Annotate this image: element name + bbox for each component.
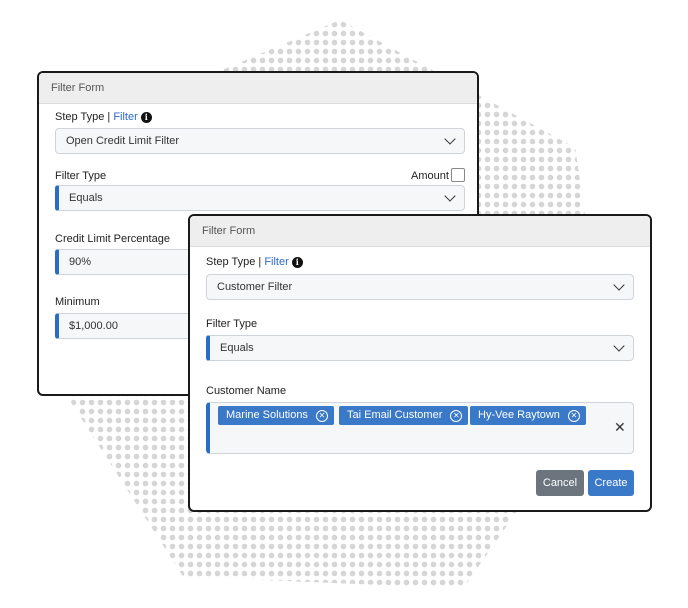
amount-label: Amount [411,170,449,182]
cancel-button[interactable]: Cancel [536,470,584,496]
filter-type-value: Equals [69,192,103,204]
customer-tag[interactable]: Hy-Vee Raytown ✕ [470,406,586,425]
step-type-value: Customer Filter [217,281,293,293]
filter-type-label: Filter Type [206,318,258,330]
customer-name-label: Customer Name [206,385,287,397]
chevron-down-icon [444,133,456,145]
close-icon[interactable]: ✕ [450,410,463,422]
step-type-label-row: Step Type | Filter i [206,256,303,268]
minimum-label: Minimum [55,296,100,308]
filter-link[interactable]: Filter [264,256,288,268]
step-type-select[interactable]: Open Credit Limit Filter [55,128,465,154]
form-header: Filter Form [39,73,477,104]
chevron-down-icon [613,279,625,291]
step-type-value: Open Credit Limit Filter [66,135,180,147]
customer-tag-label: Hy-Vee Raytown [478,409,560,421]
filter-type-label: Filter Type [55,170,107,182]
customer-tag[interactable]: Marine Solutions ✕ [218,406,334,425]
minimum-value: $1,000.00 [69,320,118,332]
step-type-select[interactable]: Customer Filter [206,274,634,300]
form-header: Filter Form [190,216,650,247]
customer-name-multiselect[interactable]: Marine Solutions ✕ Tai Email Customer ✕ … [206,402,634,454]
filter-type-select[interactable]: Equals [206,335,634,361]
filter-type-value: Equals [220,342,254,354]
customer-tag-label: Marine Solutions [226,409,308,421]
info-icon[interactable]: i [140,111,152,123]
info-icon[interactable]: i [291,256,303,268]
filter-link[interactable]: Filter [113,111,137,123]
chevron-down-icon [613,340,625,352]
credit-limit-label: Credit Limit Percentage [55,233,170,245]
chevron-down-icon [444,190,456,202]
customer-tag-label: Tai Email Customer [347,409,443,421]
form-title: Filter Form [202,225,256,237]
step-type-label: Step Type | [206,256,262,268]
close-icon[interactable]: ✕ [315,410,328,422]
filter-type-select[interactable]: Equals [55,185,465,211]
amount-checkbox[interactable] [451,168,465,182]
create-button[interactable]: Create [588,470,634,496]
front-filter-form: Filter Form Step Type | Filter i Custome… [188,214,652,512]
step-type-label: Step Type | [55,111,111,123]
credit-limit-value: 90% [69,256,92,268]
customer-tag[interactable]: Tai Email Customer ✕ [339,406,469,425]
close-icon[interactable]: ✕ [567,410,580,422]
clear-all-icon[interactable]: ✕ [614,419,626,436]
form-title: Filter Form [51,82,105,94]
step-type-label-row: Step Type | Filter i [55,111,152,123]
